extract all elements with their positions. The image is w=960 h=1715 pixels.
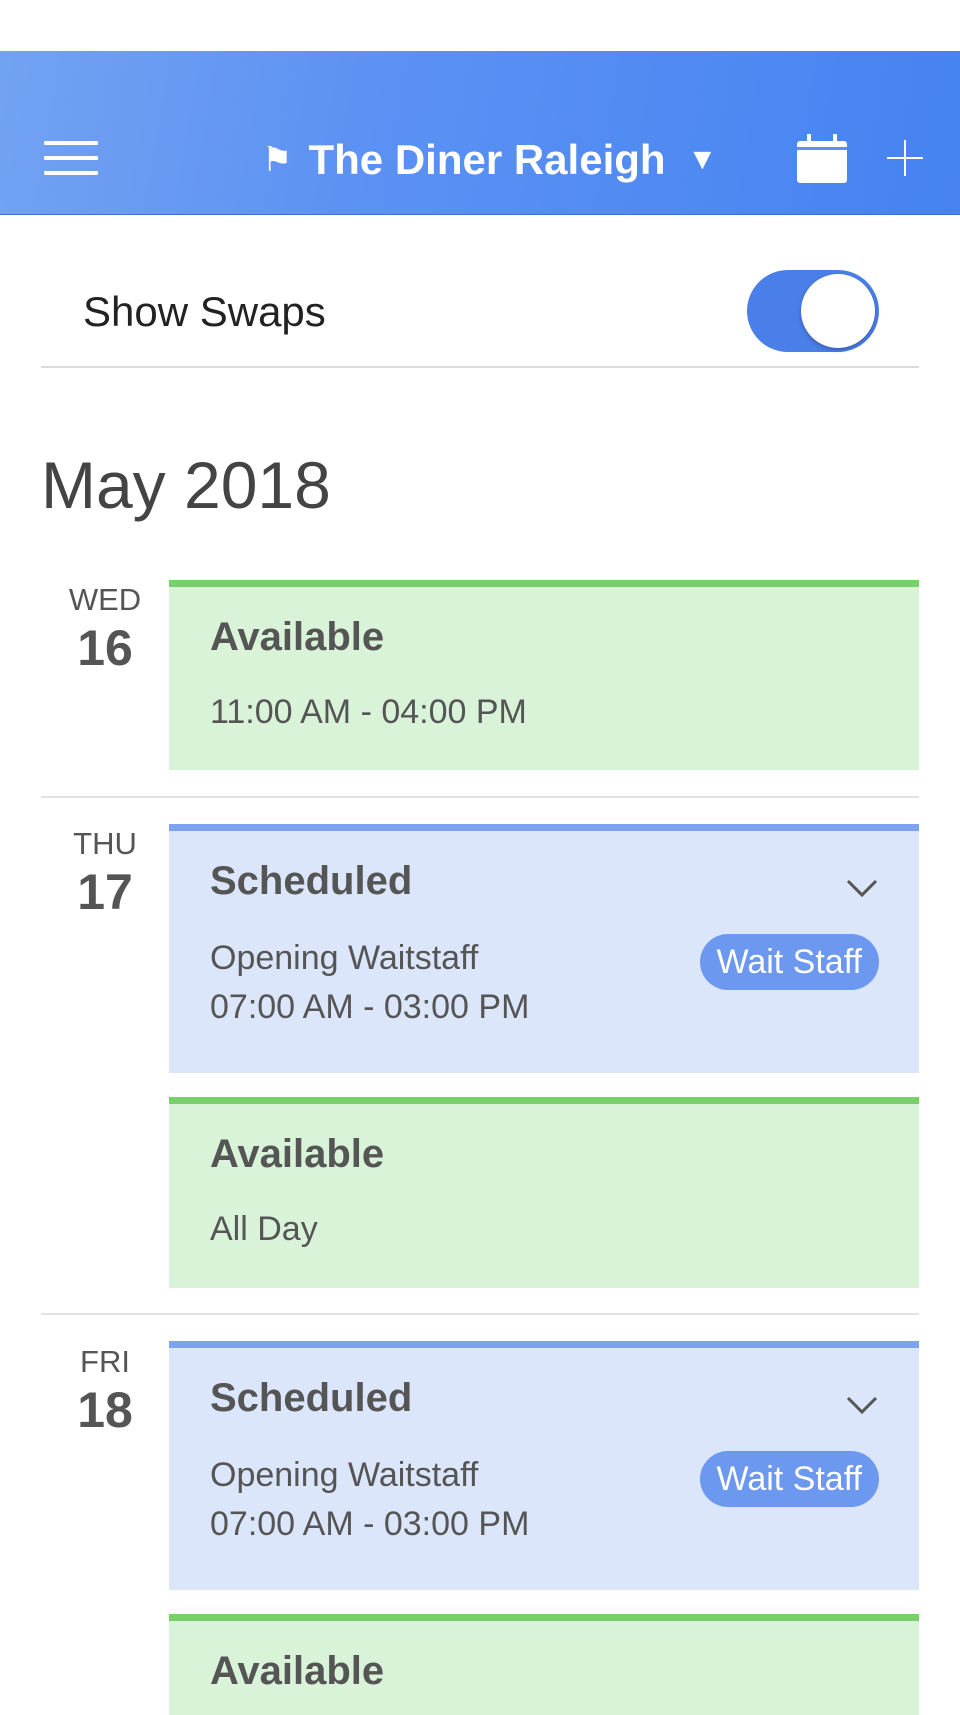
flag-icon: ⚑ <box>262 141 293 179</box>
availability-card[interactable]: Available 11:00 AM - 04:00 PM <box>169 580 919 770</box>
availability-card[interactable]: Available <box>169 1614 919 1715</box>
entry-time: All Day <box>210 1210 318 1248</box>
date-label: WED 16 <box>41 584 169 673</box>
shift-name: Opening Waitstaff <box>210 1456 479 1494</box>
entry-status: Available <box>210 615 385 659</box>
availability-card[interactable]: Available All Day <box>169 1097 919 1288</box>
shift-card[interactable]: Scheduled Opening Waitstaff 07:00 AM - 0… <box>169 1341 919 1590</box>
entry-status: Scheduled <box>210 859 413 903</box>
app-header: ⚑ The Diner Raleigh ▼ <box>0 51 960 215</box>
entry-time: 07:00 AM - 03:00 PM <box>210 1505 530 1543</box>
add-icon[interactable] <box>884 137 926 179</box>
shift-name: Opening Waitstaff <box>210 939 479 977</box>
chevron-down-icon[interactable] <box>845 1394 879 1416</box>
entry-status: Available <box>210 1132 385 1176</box>
show-swaps-row: Show Swaps <box>41 214 919 368</box>
day-of-week: FRI <box>80 1344 130 1379</box>
toggle-knob <box>801 274 875 348</box>
entry-status: Available <box>210 1649 385 1693</box>
entry-time: 11:00 AM - 04:00 PM <box>210 693 527 731</box>
calendar-icon[interactable] <box>796 133 848 185</box>
date-label: THU 17 <box>41 828 169 917</box>
show-swaps-label: Show Swaps <box>83 288 326 335</box>
entry-time: 07:00 AM - 03:00 PM <box>210 988 530 1026</box>
shift-card[interactable]: Scheduled Opening Waitstaff 07:00 AM - 0… <box>169 824 919 1073</box>
day-number: 17 <box>77 864 133 920</box>
month-heading: May 2018 <box>41 448 331 522</box>
role-badge: Wait Staff <box>699 1451 879 1507</box>
chevron-down-icon[interactable] <box>845 877 879 899</box>
day-number: 18 <box>77 1382 133 1438</box>
day-of-week: WED <box>68 582 142 617</box>
entry-status: Scheduled <box>210 1376 413 1420</box>
day-number: 16 <box>77 620 133 676</box>
dropdown-caret-icon: ▼ <box>687 143 718 176</box>
date-label: FRI 18 <box>41 1346 169 1435</box>
day-of-week: THU <box>73 826 137 861</box>
location-selector[interactable]: ⚑ The Diner Raleigh ▼ <box>262 135 717 185</box>
role-badge: Wait Staff <box>699 934 879 990</box>
location-name: The Diner Raleigh <box>308 136 666 183</box>
hamburger-menu-icon[interactable] <box>44 141 100 177</box>
show-swaps-toggle[interactable] <box>747 270 879 352</box>
